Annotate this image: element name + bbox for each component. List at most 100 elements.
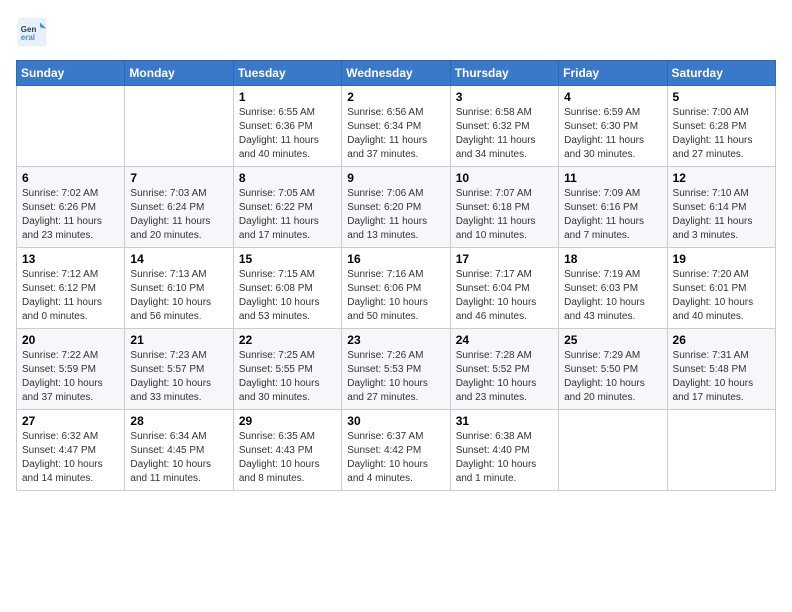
day-info: Sunrise: 7:26 AM Sunset: 5:53 PM Dayligh… — [347, 349, 444, 405]
calendar-week-row: 13Sunrise: 7:12 AM Sunset: 6:12 PM Dayli… — [17, 248, 776, 329]
day-number: 28 — [130, 414, 227, 428]
calendar-week-row: 20 Sunrise: 7:22 AM Sunset: 5:59 PM Dayli… — [17, 329, 776, 410]
calendar-body: 1Sunrise: 6:55 AM Sunset: 6:36 PM Daylig… — [17, 86, 776, 491]
day-number: 18 — [564, 252, 661, 266]
day-number: 20 — [22, 333, 119, 347]
calendar-cell: 4 Sunrise: 6:59 AM Sunset: 6:30 PM Daylig… — [559, 86, 667, 167]
day-number: 24 — [456, 333, 553, 347]
day-number: 19 — [673, 252, 770, 266]
day-number: 4 — [564, 90, 661, 104]
day-number: 21 — [130, 333, 227, 347]
day-info: Sunrise: 6:35 AM Sunset: 4:43 PM Dayligh… — [239, 430, 336, 486]
calendar-cell: 3 Sunrise: 6:58 AM Sunset: 6:32 PM Daylig… — [450, 86, 558, 167]
calendar-cell — [559, 410, 667, 491]
day-number: 26 — [673, 333, 770, 347]
calendar-cell — [125, 86, 233, 167]
day-info: Sunrise: 6:32 AM Sunset: 4:47 PM Dayligh… — [22, 430, 119, 486]
day-number: 22 — [239, 333, 336, 347]
day-number: 8 — [239, 171, 336, 185]
calendar-cell: 1Sunrise: 6:55 AM Sunset: 6:36 PM Daylig… — [233, 86, 341, 167]
calendar-week-row: 1Sunrise: 6:55 AM Sunset: 6:36 PM Daylig… — [17, 86, 776, 167]
calendar-cell — [17, 86, 125, 167]
day-number: 30 — [347, 414, 444, 428]
calendar-cell: 12 Sunrise: 7:10 AM Sunset: 6:14 PM Dayli… — [667, 167, 775, 248]
calendar-header: SundayMondayTuesdayWednesdayThursdayFrid… — [17, 61, 776, 86]
calendar-cell: 9 Sunrise: 7:06 AM Sunset: 6:20 PM Daylig… — [342, 167, 450, 248]
calendar-cell: 8 Sunrise: 7:05 AM Sunset: 6:22 PM Daylig… — [233, 167, 341, 248]
calendar-cell: 28 Sunrise: 6:34 AM Sunset: 4:45 PM Dayli… — [125, 410, 233, 491]
day-info: Sunrise: 6:59 AM Sunset: 6:30 PM Dayligh… — [564, 106, 661, 162]
day-info: Sunrise: 7:17 AM Sunset: 6:04 PM Dayligh… — [456, 268, 553, 324]
day-info: Sunrise: 7:19 AM Sunset: 6:03 PM Dayligh… — [564, 268, 661, 324]
day-info: Sunrise: 7:00 AM Sunset: 6:28 PM Dayligh… — [673, 106, 770, 162]
day-info: Sunrise: 7:22 AM Sunset: 5:59 PM Dayligh… — [22, 349, 119, 405]
calendar-cell: 6Sunrise: 7:02 AM Sunset: 6:26 PM Daylig… — [17, 167, 125, 248]
day-info: Sunrise: 6:58 AM Sunset: 6:32 PM Dayligh… — [456, 106, 553, 162]
calendar-cell: 23Sunrise: 7:26 AM Sunset: 5:53 PM Dayli… — [342, 329, 450, 410]
day-info: Sunrise: 7:28 AM Sunset: 5:52 PM Dayligh… — [456, 349, 553, 405]
day-info: Sunrise: 7:15 AM Sunset: 6:08 PM Dayligh… — [239, 268, 336, 324]
weekday-header: Tuesday — [233, 61, 341, 86]
day-number: 12 — [673, 171, 770, 185]
day-info: Sunrise: 7:23 AM Sunset: 5:57 PM Dayligh… — [130, 349, 227, 405]
calendar-cell: 20 Sunrise: 7:22 AM Sunset: 5:59 PM Dayli… — [17, 329, 125, 410]
calendar-cell: 30 Sunrise: 6:37 AM Sunset: 4:42 PM Dayli… — [342, 410, 450, 491]
day-info: Sunrise: 7:25 AM Sunset: 5:55 PM Dayligh… — [239, 349, 336, 405]
weekday-header-row: SundayMondayTuesdayWednesdayThursdayFrid… — [17, 61, 776, 86]
calendar-cell: 26 Sunrise: 7:31 AM Sunset: 5:48 PM Dayli… — [667, 329, 775, 410]
calendar-cell: 24 Sunrise: 7:28 AM Sunset: 5:52 PM Dayli… — [450, 329, 558, 410]
calendar-week-row: 6Sunrise: 7:02 AM Sunset: 6:26 PM Daylig… — [17, 167, 776, 248]
calendar-cell: 29 Sunrise: 6:35 AM Sunset: 4:43 PM Dayli… — [233, 410, 341, 491]
calendar-cell: 27 Sunrise: 6:32 AM Sunset: 4:47 PM Dayli… — [17, 410, 125, 491]
day-info: Sunrise: 7:10 AM Sunset: 6:14 PM Dayligh… — [673, 187, 770, 243]
calendar-cell: 22 Sunrise: 7:25 AM Sunset: 5:55 PM Dayli… — [233, 329, 341, 410]
calendar-week-row: 27 Sunrise: 6:32 AM Sunset: 4:47 PM Dayli… — [17, 410, 776, 491]
day-info: Sunrise: 7:29 AM Sunset: 5:50 PM Dayligh… — [564, 349, 661, 405]
calendar-cell: 15 Sunrise: 7:15 AM Sunset: 6:08 PM Dayli… — [233, 248, 341, 329]
day-number: 11 — [564, 171, 661, 185]
day-number: 10 — [456, 171, 553, 185]
weekday-header: Wednesday — [342, 61, 450, 86]
day-number: 16 — [347, 252, 444, 266]
calendar-cell: 18 Sunrise: 7:19 AM Sunset: 6:03 PM Dayli… — [559, 248, 667, 329]
day-number: 5 — [673, 90, 770, 104]
calendar-cell: 2Sunrise: 6:56 AM Sunset: 6:34 PM Daylig… — [342, 86, 450, 167]
day-number: 1 — [239, 90, 336, 104]
calendar-cell: 5 Sunrise: 7:00 AM Sunset: 6:28 PM Daylig… — [667, 86, 775, 167]
weekday-header: Monday — [125, 61, 233, 86]
day-number: 29 — [239, 414, 336, 428]
day-number: 15 — [239, 252, 336, 266]
calendar-cell: 21 Sunrise: 7:23 AM Sunset: 5:57 PM Dayli… — [125, 329, 233, 410]
calendar-cell: 17 Sunrise: 7:17 AM Sunset: 6:04 PM Dayli… — [450, 248, 558, 329]
day-number: 17 — [456, 252, 553, 266]
day-info: Sunrise: 7:16 AM Sunset: 6:06 PM Dayligh… — [347, 268, 444, 324]
day-number: 13 — [22, 252, 119, 266]
day-info: Sunrise: 6:34 AM Sunset: 4:45 PM Dayligh… — [130, 430, 227, 486]
day-info: Sunrise: 7:06 AM Sunset: 6:20 PM Dayligh… — [347, 187, 444, 243]
day-info: Sunrise: 7:02 AM Sunset: 6:26 PM Dayligh… — [22, 187, 119, 243]
day-info: Sunrise: 6:37 AM Sunset: 4:42 PM Dayligh… — [347, 430, 444, 486]
weekday-header: Sunday — [17, 61, 125, 86]
weekday-header: Thursday — [450, 61, 558, 86]
day-info: Sunrise: 6:38 AM Sunset: 4:40 PM Dayligh… — [456, 430, 553, 486]
weekday-header: Friday — [559, 61, 667, 86]
calendar-table: SundayMondayTuesdayWednesdayThursdayFrid… — [16, 60, 776, 491]
svg-text:eral: eral — [21, 33, 35, 42]
calendar-cell: 16 Sunrise: 7:16 AM Sunset: 6:06 PM Dayli… — [342, 248, 450, 329]
calendar-cell: 19 Sunrise: 7:20 AM Sunset: 6:01 PM Dayli… — [667, 248, 775, 329]
day-info: Sunrise: 7:31 AM Sunset: 5:48 PM Dayligh… — [673, 349, 770, 405]
day-info: Sunrise: 7:05 AM Sunset: 6:22 PM Dayligh… — [239, 187, 336, 243]
calendar-cell: 11 Sunrise: 7:09 AM Sunset: 6:16 PM Dayli… — [559, 167, 667, 248]
logo: Gen eral — [16, 16, 52, 48]
calendar-cell: 13Sunrise: 7:12 AM Sunset: 6:12 PM Dayli… — [17, 248, 125, 329]
weekday-header: Saturday — [667, 61, 775, 86]
logo-icon: Gen eral — [16, 16, 48, 48]
calendar-cell: 25Sunrise: 7:29 AM Sunset: 5:50 PM Dayli… — [559, 329, 667, 410]
day-number: 9 — [347, 171, 444, 185]
calendar-cell: 14Sunrise: 7:13 AM Sunset: 6:10 PM Dayli… — [125, 248, 233, 329]
day-info: Sunrise: 7:13 AM Sunset: 6:10 PM Dayligh… — [130, 268, 227, 324]
day-info: Sunrise: 7:20 AM Sunset: 6:01 PM Dayligh… — [673, 268, 770, 324]
day-info: Sunrise: 7:09 AM Sunset: 6:16 PM Dayligh… — [564, 187, 661, 243]
day-number: 27 — [22, 414, 119, 428]
day-number: 3 — [456, 90, 553, 104]
